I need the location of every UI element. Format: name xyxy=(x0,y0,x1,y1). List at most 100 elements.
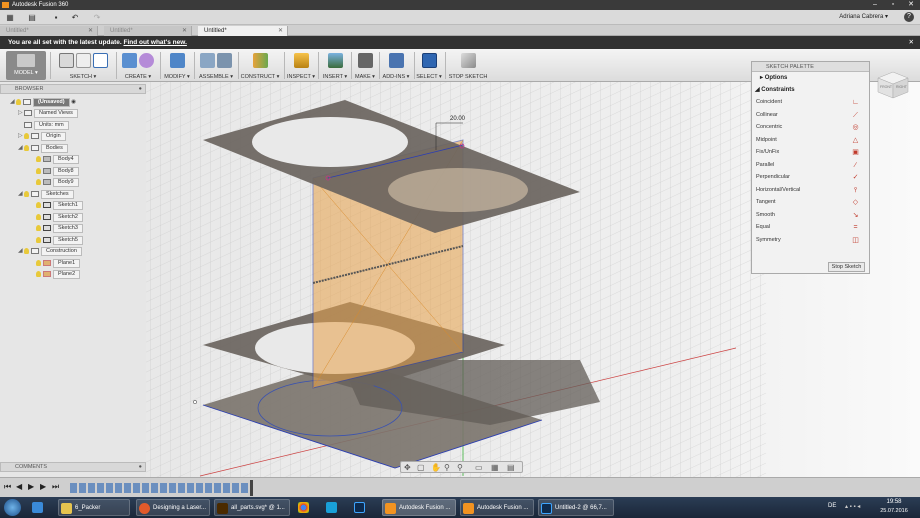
tree-folder-construction[interactable]: ◢ Construction xyxy=(18,247,82,256)
timeline-start-icon[interactable]: ⏮ xyxy=(4,482,11,492)
visibility-bulb-icon[interactable] xyxy=(16,98,21,105)
tree-item[interactable]: Units: mm xyxy=(24,121,69,130)
add-ins-menu[interactable]: ADD-INS ▾ xyxy=(380,49,412,82)
close-tab-icon[interactable]: ✕ xyxy=(278,26,283,36)
doc-tab[interactable]: Untitled* ✕ xyxy=(0,26,98,36)
visibility-bulb-icon[interactable] xyxy=(36,213,41,220)
tree-item[interactable]: Body4 xyxy=(36,155,79,164)
constraint-perpendicular[interactable]: Perpendicular ✓ xyxy=(752,171,869,184)
maximize-button[interactable]: ▫ xyxy=(884,0,902,10)
timeline-marker[interactable] xyxy=(250,480,253,496)
activate-radio-icon[interactable]: ◉ xyxy=(71,99,76,105)
help-icon[interactable]: ? xyxy=(904,12,914,22)
create-menu[interactable]: CREATE ▾ xyxy=(118,49,158,82)
look-at-icon[interactable]: ▢ xyxy=(417,463,425,472)
workspace-switcher[interactable]: MODEL ▾ xyxy=(6,51,46,80)
constraint-concentric[interactable]: Concentric ◎ xyxy=(752,121,869,134)
language-indicator[interactable]: DE xyxy=(828,503,836,509)
taskbar-item[interactable]: Designing a Laser... xyxy=(136,499,210,516)
tree-item[interactable]: Body8 xyxy=(36,167,79,176)
clock-time[interactable]: 19:58 xyxy=(882,499,906,505)
constraints-section[interactable]: ◢ Constraints xyxy=(752,84,869,96)
whats-new-link[interactable]: Find out what's new. xyxy=(123,39,186,46)
user-menu[interactable]: Adriana Cabrera ▾ xyxy=(839,13,888,20)
assemble-menu[interactable]: ASSEMBLE ▾ xyxy=(196,49,236,82)
timeline-prev-icon[interactable]: ◀ xyxy=(16,482,22,491)
taskbar-chrome[interactable] xyxy=(296,499,318,516)
minimize-button[interactable]: – xyxy=(866,0,884,10)
close-tab-icon[interactable]: ✕ xyxy=(88,26,93,36)
visibility-bulb-icon[interactable] xyxy=(36,224,41,231)
taskbar-ie[interactable] xyxy=(30,499,52,516)
close-window-button[interactable]: ✕ xyxy=(902,0,920,10)
pin-icon[interactable]: ● xyxy=(139,85,142,94)
file-menu-icon[interactable]: ▤ xyxy=(26,12,38,23)
constraint-midpoint[interactable]: Midpoint △ xyxy=(752,134,869,147)
visibility-bulb-icon[interactable] xyxy=(24,190,29,197)
select-menu[interactable]: SELECT ▾ xyxy=(415,49,443,82)
constraint-fix[interactable]: Fix/UnFix ▣ xyxy=(752,146,869,159)
redo-icon[interactable]: ↷ xyxy=(90,12,104,23)
insert-menu[interactable]: INSERT ▾ xyxy=(320,49,350,82)
data-panel-grid-icon[interactable]: ▦ xyxy=(4,12,16,23)
tree-item[interactable]: Body9 xyxy=(36,178,79,187)
constraint-coincident[interactable]: Coincident ∟ xyxy=(752,96,869,109)
save-icon[interactable]: ▪ xyxy=(50,12,62,23)
modify-menu[interactable]: MODIFY ▾ xyxy=(162,49,192,82)
visibility-bulb-icon[interactable] xyxy=(36,201,41,208)
zoom-icon[interactable]: ⚲ xyxy=(444,463,450,472)
taskbar-item[interactable]: all_parts.svg* @ 1... xyxy=(214,499,290,516)
timeline-features[interactable] xyxy=(70,483,248,493)
inspect-menu[interactable]: INSPECT ▾ xyxy=(286,49,316,82)
constraint-tangent[interactable]: Tangent ◇ xyxy=(752,196,869,209)
visibility-bulb-icon[interactable] xyxy=(36,155,41,162)
options-section[interactable]: ▸ Options xyxy=(752,72,869,84)
tree-item[interactable]: Sketch2 xyxy=(36,213,83,222)
taskbar-item[interactable]: 6_Packer xyxy=(58,499,130,516)
close-banner-icon[interactable]: ✕ xyxy=(909,36,914,49)
browser-header[interactable]: BROWSER ● xyxy=(0,84,146,94)
constraint-horizontal-vertical[interactable]: Horizontal/Vertical ⫯ xyxy=(752,184,869,197)
tree-folder-sketches[interactable]: ◢ Sketches xyxy=(18,190,74,199)
visibility-bulb-icon[interactable] xyxy=(36,167,41,174)
timeline-end-icon[interactable]: ⏭ xyxy=(52,482,59,492)
timeline-next-icon[interactable]: ▶ xyxy=(40,482,46,491)
taskbar-item-active[interactable]: Autodesk Fusion ... xyxy=(382,499,456,516)
visibility-bulb-icon[interactable] xyxy=(36,270,41,277)
tray-icons[interactable]: ▴ ▪ ▪ ◂ xyxy=(845,503,860,510)
viewcube[interactable]: FRONT RIGHT xyxy=(876,70,910,100)
visibility-bulb-icon[interactable] xyxy=(36,178,41,185)
comments-panel[interactable]: COMMENTS ● xyxy=(0,462,146,472)
taskbar-item[interactable]: Autodesk Fusion ... xyxy=(460,499,534,516)
taskbar-item[interactable]: Untitled-2 @ 66,7... xyxy=(538,499,614,516)
timeline-play-icon[interactable]: ▶ xyxy=(28,482,34,491)
constraint-parallel[interactable]: Parallel ∕ xyxy=(752,159,869,172)
orbit-icon[interactable]: ✥ xyxy=(404,463,411,472)
stop-sketch-button[interactable]: STOP SKETCH xyxy=(447,49,489,82)
tree-item[interactable]: ▷ Named Views xyxy=(18,109,78,118)
constraint-symmetry[interactable]: Symmetry ◫ xyxy=(752,234,869,247)
visibility-bulb-icon[interactable] xyxy=(24,247,29,254)
sketch-point[interactable] xyxy=(193,400,197,404)
tree-item[interactable]: Sketch5 xyxy=(36,236,83,245)
visibility-bulb-icon[interactable] xyxy=(36,259,41,266)
viewports-icon[interactable]: ▤ xyxy=(507,463,515,472)
palette-header[interactable]: SKETCH PALETTE xyxy=(752,62,869,72)
sketch-menu[interactable]: SKETCH ▾ xyxy=(53,49,113,82)
tree-item[interactable]: Sketch3 xyxy=(36,224,83,233)
constraint-smooth[interactable]: Smooth ↘ xyxy=(752,209,869,222)
visibility-bulb-icon[interactable] xyxy=(36,236,41,243)
constraint-equal[interactable]: Equal = xyxy=(752,221,869,234)
dimension-label[interactable]: 20.00 xyxy=(450,116,466,122)
construct-menu[interactable]: CONSTRUCT ▾ xyxy=(240,49,280,82)
tree-item[interactable]: Plane1 xyxy=(36,259,81,268)
visibility-bulb-icon[interactable] xyxy=(24,144,29,151)
start-button[interactable] xyxy=(4,499,21,516)
tree-item[interactable]: ▷ Origin xyxy=(18,132,66,141)
visibility-bulb-icon[interactable] xyxy=(24,132,29,139)
clock-date[interactable]: 25.07.2016 xyxy=(878,508,910,514)
tree-root[interactable]: ◢ (Unsaved) ◉ xyxy=(10,98,76,107)
make-menu[interactable]: MAKE ▾ xyxy=(352,49,378,82)
comments-pin-icon[interactable]: ● xyxy=(139,463,142,472)
taskbar-photoshop[interactable] xyxy=(352,499,374,516)
